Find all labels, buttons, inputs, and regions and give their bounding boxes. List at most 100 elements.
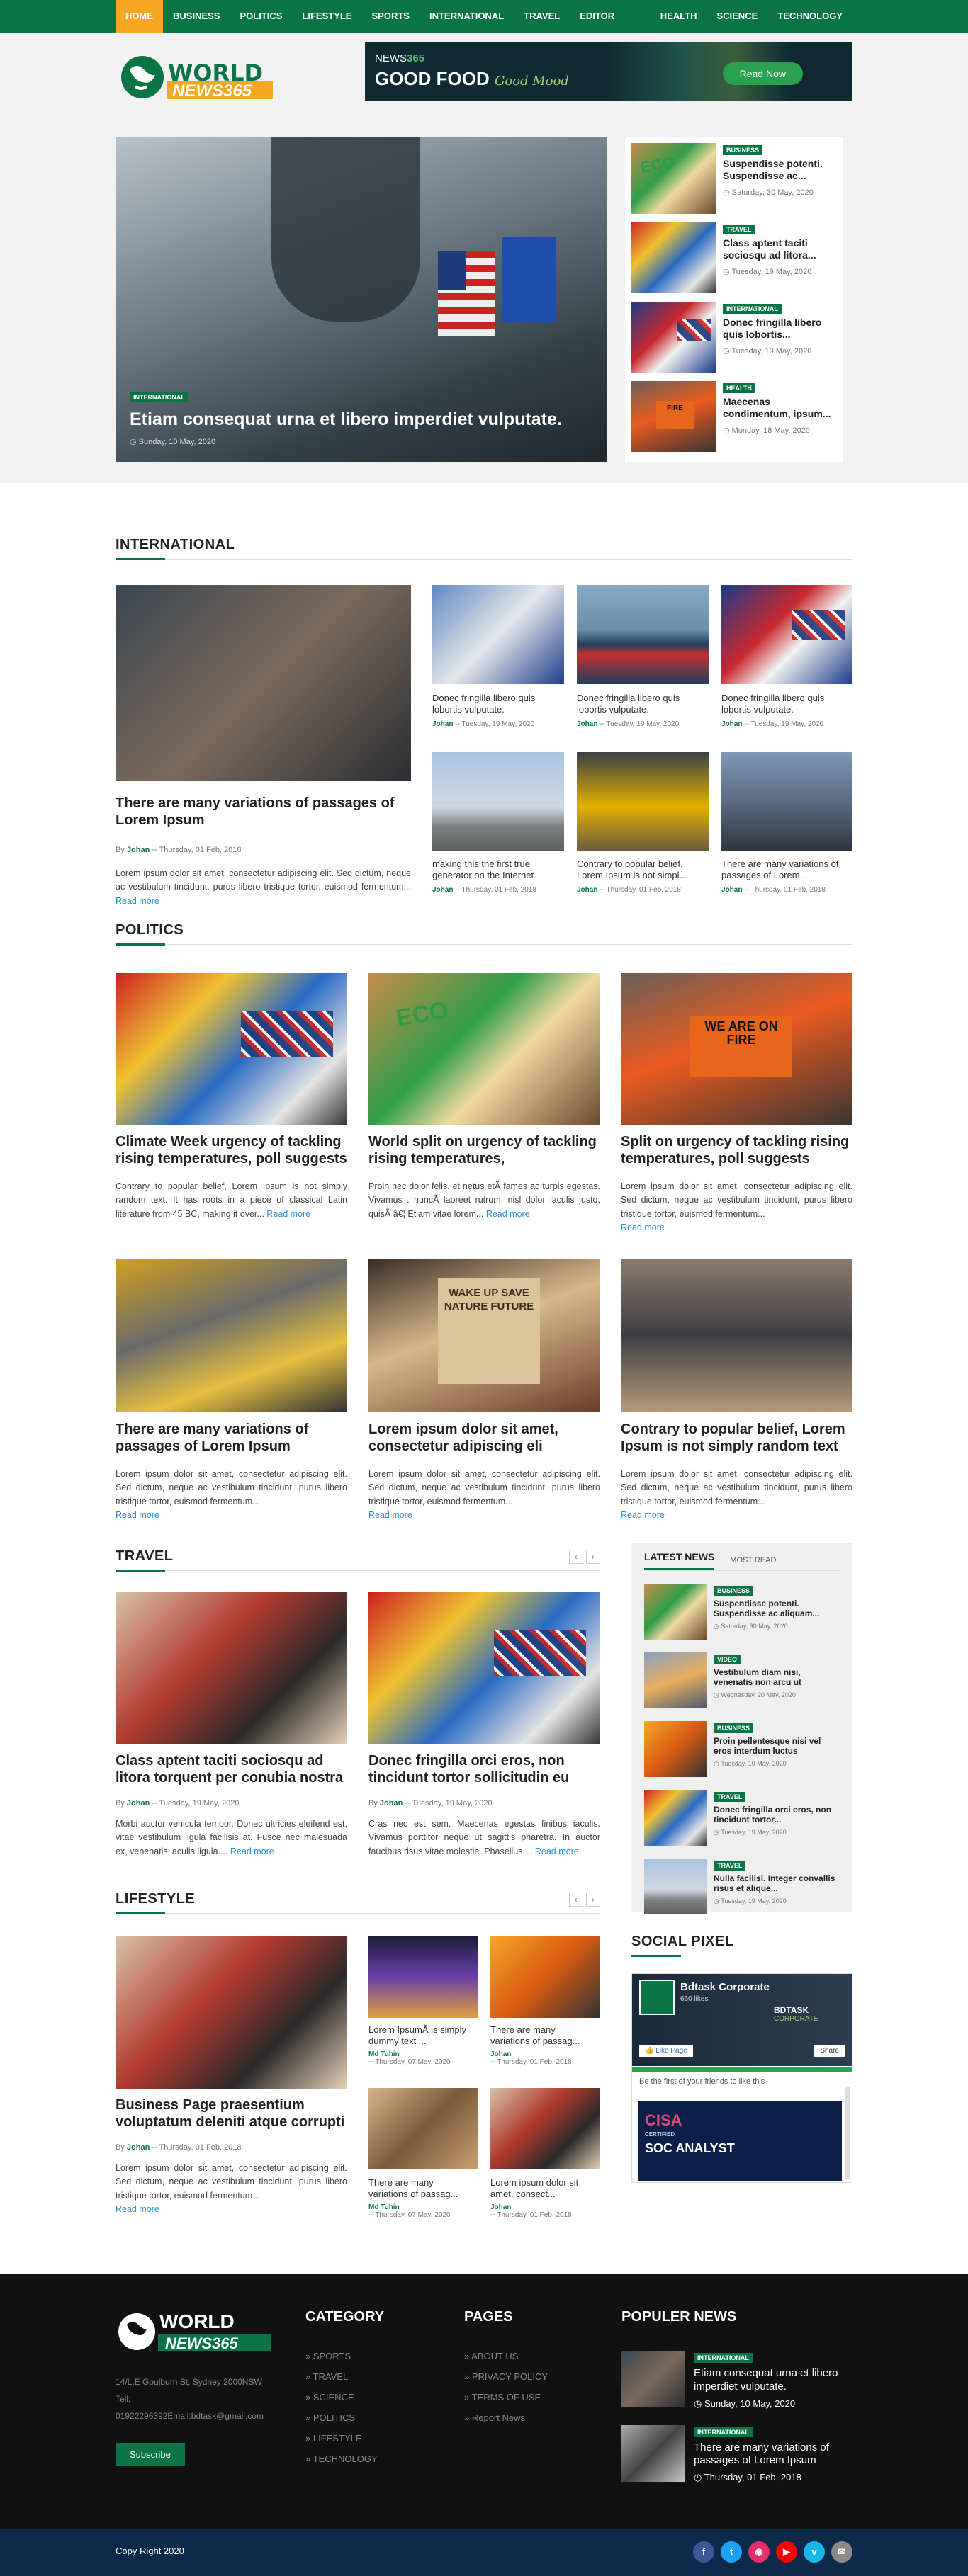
read-more-link[interactable]: Read more	[535, 1846, 579, 1856]
list-item[interactable]: TRAVEL Nulla facilisi. Integer convallis …	[644, 1859, 840, 1914]
grid-title[interactable]: making this the first true generator on …	[432, 858, 564, 882]
international-grid-image[interactable]	[577, 585, 709, 684]
politics-title[interactable]: Lorem ipsum dolor sit amet, consectetur …	[368, 1421, 600, 1455]
grid-title[interactable]: Donec fringilla libero quis lobortis vul…	[577, 693, 709, 716]
lifestyle-grid-image[interactable]	[368, 2088, 478, 2169]
list-item[interactable]: VIDEO Vestibulum diam nisi, venenatis non…	[644, 1652, 840, 1708]
prev-arrow-icon[interactable]: ‹	[569, 1550, 583, 1564]
hero-feature[interactable]: INTERNATIONAL Etiam consequat urna et li…	[116, 137, 607, 462]
politics-title[interactable]: There are many variations of passages of…	[116, 1421, 347, 1455]
ad-read-now-button[interactable]: Read Now	[722, 62, 803, 85]
list-item[interactable]: BUSINESS Proin pellentesque nisi vel eros…	[644, 1721, 840, 1777]
popular-title[interactable]: Etiam consequat urna et libero imperdiet…	[694, 2367, 852, 2394]
grid-title[interactable]: Lorem ipsum dolor sit amet, consect...	[490, 2177, 597, 2201]
nav-health[interactable]: HEALTH	[651, 0, 707, 33]
list-title[interactable]: Nulla facilisi. Integer convallis risus …	[714, 1873, 840, 1894]
lifestyle-main-title[interactable]: Business Page praesentium voluptatum del…	[116, 2096, 347, 2130]
popular-tag[interactable]: INTERNATIONAL	[694, 2427, 753, 2437]
grid-title[interactable]: Lorem IpsumÃ is simply dummy text ...	[368, 2024, 475, 2048]
lifestyle-grid-image[interactable]	[490, 2088, 600, 2169]
scrollbar[interactable]	[845, 2087, 850, 2179]
politics-title[interactable]: Split on urgency of tackling rising temp…	[621, 1133, 852, 1167]
footer-link[interactable]: ABOUT US	[464, 2351, 606, 2361]
nav-travel[interactable]: TRAVEL	[514, 0, 570, 33]
header-ad-banner[interactable]: NEWS365 GOOD FOOD Good Mood Read Now	[365, 42, 852, 101]
read-more-link[interactable]: Read more	[116, 1510, 159, 1520]
side-item[interactable]: INTERNATIONAL Donec fringilla libero quis…	[631, 302, 837, 381]
footer-link[interactable]: Report News	[464, 2412, 606, 2423]
facebook-icon[interactable]: f	[693, 2541, 714, 2563]
grid-title[interactable]: Donec fringilla libero quis lobortis vul…	[432, 693, 564, 716]
list-title[interactable]: Vestibulum diam nisi, venenatis non arcu…	[714, 1667, 840, 1688]
read-more-link[interactable]: Read more	[266, 1209, 310, 1219]
read-more-link[interactable]: Read more	[486, 1209, 530, 1219]
popular-item[interactable]: INTERNATIONAL Etiam consequat urna et lib…	[621, 2351, 852, 2410]
footer-link[interactable]: TRAVEL	[305, 2371, 447, 2382]
politics-title[interactable]: Contrary to popular belief, Lorem Ipsum …	[621, 1421, 852, 1455]
travel-image[interactable]	[116, 1592, 347, 1744]
twitter-icon[interactable]: t	[721, 2541, 742, 2563]
international-grid-image[interactable]	[432, 585, 564, 684]
lifestyle-main-image[interactable]	[116, 1936, 347, 2089]
footer-link[interactable]: POLITICS	[305, 2412, 447, 2423]
side-title[interactable]: Donec fringilla libero quis lobortis...	[723, 317, 837, 341]
politics-image[interactable]	[621, 1259, 852, 1412]
grid-title[interactable]: There are many variations of passag...	[490, 2024, 597, 2048]
footer-link[interactable]: PRIVACY POLICY	[464, 2371, 606, 2382]
nav-science[interactable]: SCIENCE	[707, 0, 767, 33]
grid-title[interactable]: Donec fringilla libero quis lobortis vul…	[721, 693, 852, 716]
list-tag[interactable]: BUSINESS	[714, 1586, 754, 1596]
side-title[interactable]: Maecenas condimentum, ipsum...	[723, 396, 837, 420]
lifestyle-grid-image[interactable]	[368, 1936, 478, 2018]
email-icon[interactable]: ✉	[831, 2541, 852, 2563]
side-tag[interactable]: INTERNATIONAL	[723, 304, 782, 314]
prev-arrow-icon[interactable]: ‹	[569, 1893, 583, 1907]
nav-business[interactable]: BUSINESS	[163, 0, 230, 33]
side-item[interactable]: TRAVEL Class aptent taciti sociosqu ad li…	[631, 222, 837, 302]
nav-politics[interactable]: POLITICS	[230, 0, 292, 33]
tab-most-read[interactable]: MOST READ	[730, 1556, 776, 1570]
fb-share-button[interactable]: Share	[814, 2045, 845, 2057]
side-tag[interactable]: BUSINESS	[723, 145, 763, 155]
popular-tag[interactable]: INTERNATIONAL	[694, 2353, 753, 2363]
next-arrow-icon[interactable]: ›	[586, 1893, 600, 1907]
read-more-link[interactable]: Read more	[621, 1510, 665, 1520]
politics-image[interactable]	[116, 1259, 347, 1412]
politics-image[interactable]: ECO	[368, 973, 600, 1125]
list-title[interactable]: Suspendisse potenti. Suspendisse ac aliq…	[714, 1599, 840, 1619]
list-tag[interactable]: BUSINESS	[714, 1723, 754, 1733]
travel-image[interactable]	[368, 1592, 600, 1744]
politics-image[interactable]: WE ARE ON FIRE	[621, 973, 852, 1125]
nav-lifestyle[interactable]: LIFESTYLE	[292, 0, 361, 33]
list-title[interactable]: Proin pellentesque nisi vel eros interdu…	[714, 1736, 840, 1757]
politics-image[interactable]	[116, 973, 347, 1125]
read-more-link[interactable]: Read more	[368, 1510, 412, 1520]
list-tag[interactable]: TRAVEL	[714, 1861, 746, 1871]
page-name[interactable]: Bdtask Corporate	[680, 1981, 770, 1993]
international-main-title[interactable]: There are many variations of passages of…	[116, 795, 411, 829]
nav-sports[interactable]: SPORTS	[361, 0, 419, 33]
international-grid-image[interactable]	[721, 585, 852, 684]
politics-image[interactable]: WAKE UP SAVE NATURE FUTURE	[368, 1259, 600, 1412]
next-arrow-icon[interactable]: ›	[586, 1550, 600, 1564]
international-grid-image[interactable]	[432, 752, 564, 851]
politics-title[interactable]: Climate Week urgency of tackling rising …	[116, 1133, 347, 1167]
international-grid-image[interactable]	[577, 752, 709, 851]
list-item[interactable]: BUSINESS Suspendisse potenti. Suspendisse…	[644, 1584, 840, 1640]
nav-editor-choice[interactable]: EDITOR CHOICE	[570, 0, 651, 54]
popular-item[interactable]: INTERNATIONAL There are many variations o…	[621, 2424, 852, 2484]
instagram-icon[interactable]: ◉	[748, 2541, 770, 2563]
travel-title[interactable]: Donec fringilla orci eros, non tincidunt…	[368, 1752, 600, 1786]
side-title[interactable]: Suspendisse potenti. Suspendisse ac...	[723, 158, 837, 182]
list-title[interactable]: Donec fringilla orci eros, non tincidunt…	[714, 1805, 840, 1825]
read-more-link[interactable]: Read more	[116, 896, 159, 906]
travel-title[interactable]: Class aptent taciti sociosqu ad litora t…	[116, 1752, 347, 1786]
vimeo-icon[interactable]: v	[804, 2541, 825, 2563]
international-main-image[interactable]	[116, 585, 411, 781]
international-grid-image[interactable]	[721, 752, 852, 851]
politics-title[interactable]: World split on urgency of tackling risin…	[368, 1133, 600, 1167]
list-tag[interactable]: TRAVEL	[714, 1792, 746, 1802]
nav-home[interactable]: HOME	[116, 0, 163, 33]
youtube-icon[interactable]: ▶	[776, 2541, 797, 2563]
side-item[interactable]: FIRE HEALTH Maecenas condimentum, ipsum..…	[631, 381, 837, 460]
